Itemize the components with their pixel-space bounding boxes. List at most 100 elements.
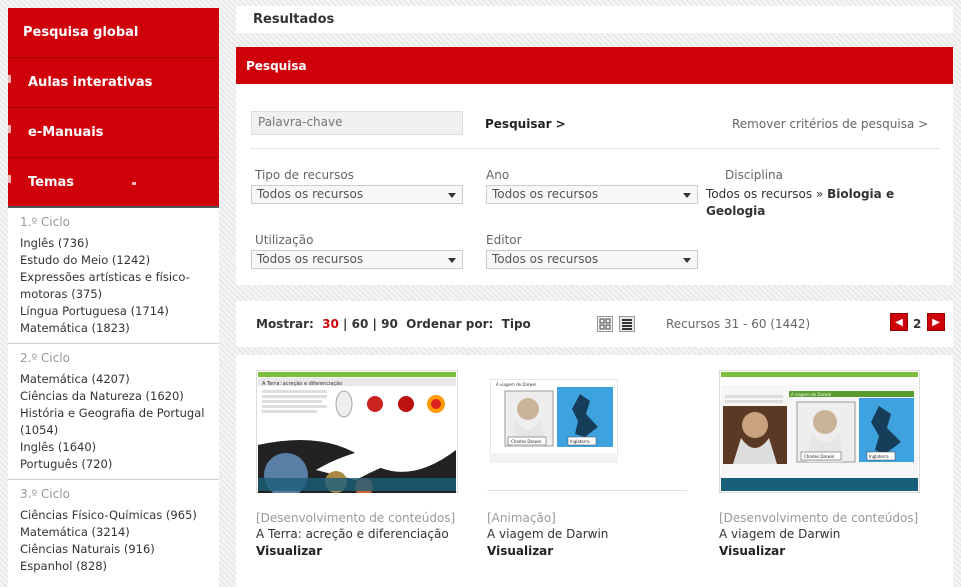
- subject-link[interactable]: Português (720): [20, 456, 219, 473]
- subject-link[interactable]: Inglês (1640): [20, 439, 219, 456]
- thumb-heading: A viagem de Darwin: [791, 392, 832, 397]
- thumb-label: Inglaterra: [869, 454, 889, 459]
- results-grid: A Terra: acreção e diferenciação [Desenv…: [236, 355, 953, 587]
- result-title[interactable]: A viagem de Darwin: [487, 527, 608, 541]
- search-form: Palavra-chave Pesquisar > Remover critér…: [236, 84, 953, 285]
- arrow-right-icon: ▶: [932, 316, 940, 328]
- separator: |: [372, 317, 377, 331]
- nav-label: e-Manuais: [28, 125, 104, 140]
- cycle-1: 1.º Ciclo Inglês (736) Estudo do Meio (1…: [8, 208, 219, 344]
- ano-select[interactable]: Todos os recursos: [486, 185, 698, 204]
- utilizacao-select[interactable]: Todos os recursos: [251, 250, 463, 269]
- thumb-label: Inglaterra: [570, 439, 590, 444]
- breadcrumb-separator: »: [815, 187, 824, 201]
- tipo-label: Tipo de recursos: [255, 168, 354, 182]
- nav-label: Temas: [28, 174, 75, 190]
- subject-link[interactable]: Expressões artísticas e físico-motoras (…: [20, 269, 219, 303]
- sidebar: Pesquisa global Aulas interativas e-Manu…: [8, 8, 219, 587]
- thumb-label: Charles Darwin: [511, 439, 542, 444]
- view-link[interactable]: Visualizar: [487, 544, 553, 558]
- thumb-heading: A viagem de Darwin: [496, 382, 537, 387]
- keyword-input[interactable]: Palavra-chave: [251, 111, 463, 135]
- disciplina-breadcrumb: Todos os recursos » Biologia e Geologia: [706, 186, 906, 220]
- order-option[interactable]: Tipo: [502, 317, 531, 331]
- result-thumbnail[interactable]: A Terra: acreção e diferenciação: [256, 370, 458, 493]
- result-title[interactable]: A Terra: acreção e diferenciação: [256, 527, 449, 541]
- list-view-icon[interactable]: [619, 316, 635, 332]
- cycle-2: 2.º Ciclo Matemática (4207) Ciências da …: [8, 344, 219, 480]
- search-header: Pesquisa: [236, 47, 953, 84]
- nav-dot: [132, 182, 136, 185]
- cycle-3: 3.º Ciclo Ciências Físico-Químicas (965)…: [8, 480, 219, 581]
- cycle-title: 3.º Ciclo: [20, 487, 70, 501]
- nav-aulas-interativas[interactable]: Aulas interativas: [8, 58, 219, 108]
- view-link[interactable]: Visualizar: [256, 544, 322, 558]
- result-type: [Desenvolvimento de conteúdos]: [256, 511, 456, 525]
- tipo-select[interactable]: Todos os recursos: [251, 185, 463, 204]
- current-page: 2: [913, 317, 922, 331]
- editor-select[interactable]: Todos os recursos: [486, 250, 698, 269]
- result-thumbnail[interactable]: A viagem de Darwin Charles Darwin Inglat…: [490, 379, 618, 463]
- subject-link[interactable]: Ciências Naturais (916): [20, 541, 219, 558]
- cycle-title: 1.º Ciclo: [20, 215, 70, 229]
- nav-label: Aulas interativas: [28, 75, 153, 90]
- select-value: Todos os recursos: [492, 252, 599, 266]
- results-header: Resultados: [236, 6, 953, 33]
- subject-link[interactable]: Espanhol (828): [20, 558, 219, 575]
- chevron-down-icon: [448, 193, 456, 198]
- show-90-option[interactable]: 90: [381, 317, 398, 331]
- select-value: Todos os recursos: [492, 187, 599, 201]
- view-link[interactable]: Visualizar: [719, 544, 785, 558]
- nav-temas[interactable]: Temas: [8, 158, 219, 208]
- remove-criteria-link[interactable]: Remover critérios de pesquisa >: [732, 117, 928, 131]
- subject-link[interactable]: Matemática (3214): [20, 524, 219, 541]
- grid-view-icon-glyph: [599, 318, 611, 330]
- nav-e-manuais[interactable]: e-Manuais: [8, 108, 219, 158]
- subject-link[interactable]: Ciências da Natureza (1620): [20, 388, 219, 405]
- page-title: Resultados: [253, 12, 335, 27]
- nav-pesquisa-global[interactable]: Pesquisa global: [8, 8, 219, 58]
- cycle-title: 2.º Ciclo: [20, 351, 70, 365]
- grid-view-icon[interactable]: [597, 316, 613, 332]
- nav-marker: [8, 75, 11, 83]
- order-label: Ordenar por:: [406, 317, 494, 331]
- subject-link[interactable]: História e Geografia de Portugal (1054): [20, 405, 219, 439]
- nav-marker: [8, 125, 11, 133]
- result-type: [Animação]: [487, 511, 556, 525]
- show-controls: Mostrar: 30 | 60 | 90 Ordenar por: Tipo: [256, 317, 531, 331]
- subject-link[interactable]: Estudo do Meio (1242): [20, 252, 219, 269]
- subject-link[interactable]: Matemática (4207): [20, 371, 219, 388]
- subject-link[interactable]: Inglês (736): [20, 235, 219, 252]
- disciplina-prefix[interactable]: Todos os recursos: [706, 187, 812, 201]
- result-type: [Desenvolvimento de conteúdos]: [719, 511, 919, 525]
- results-count: Recursos 31 - 60 (1442): [666, 317, 811, 331]
- separator: |: [343, 317, 348, 331]
- result-thumbnail[interactable]: A viagem de Darwin Charles Darwin Inglat…: [719, 370, 920, 493]
- chevron-down-icon: [683, 193, 691, 198]
- nav-marker: [8, 175, 11, 183]
- utilizacao-label: Utilização: [255, 233, 314, 247]
- results-toolbar: Mostrar: 30 | 60 | 90 Ordenar por: Tipo …: [236, 301, 953, 347]
- divider: [251, 148, 939, 149]
- chevron-down-icon: [683, 258, 691, 263]
- prev-page-button[interactable]: ◀: [890, 313, 908, 331]
- subject-link[interactable]: Matemática (1823): [20, 320, 219, 337]
- thumb-heading: A Terra: acreção e diferenciação: [262, 381, 342, 387]
- chevron-down-icon: [448, 258, 456, 263]
- search-title: Pesquisa: [246, 58, 307, 73]
- subject-link[interactable]: Ciências Físico-Químicas (965): [20, 507, 219, 524]
- divider: [487, 490, 687, 491]
- thumb-label: Charles Darwin: [804, 454, 835, 459]
- show-label: Mostrar:: [256, 317, 314, 331]
- show-30-option[interactable]: 30: [322, 317, 339, 331]
- search-button[interactable]: Pesquisar >: [485, 117, 566, 131]
- arrow-left-icon: ◀: [895, 316, 903, 328]
- result-title[interactable]: A viagem de Darwin: [719, 527, 840, 541]
- next-page-button[interactable]: ▶: [927, 313, 945, 331]
- show-60-option[interactable]: 60: [352, 317, 369, 331]
- ano-label: Ano: [486, 168, 510, 182]
- select-value: Todos os recursos: [257, 187, 364, 201]
- select-value: Todos os recursos: [257, 252, 364, 266]
- subject-link[interactable]: Língua Portuguesa (1714): [20, 303, 219, 320]
- disciplina-label: Disciplina: [725, 168, 784, 182]
